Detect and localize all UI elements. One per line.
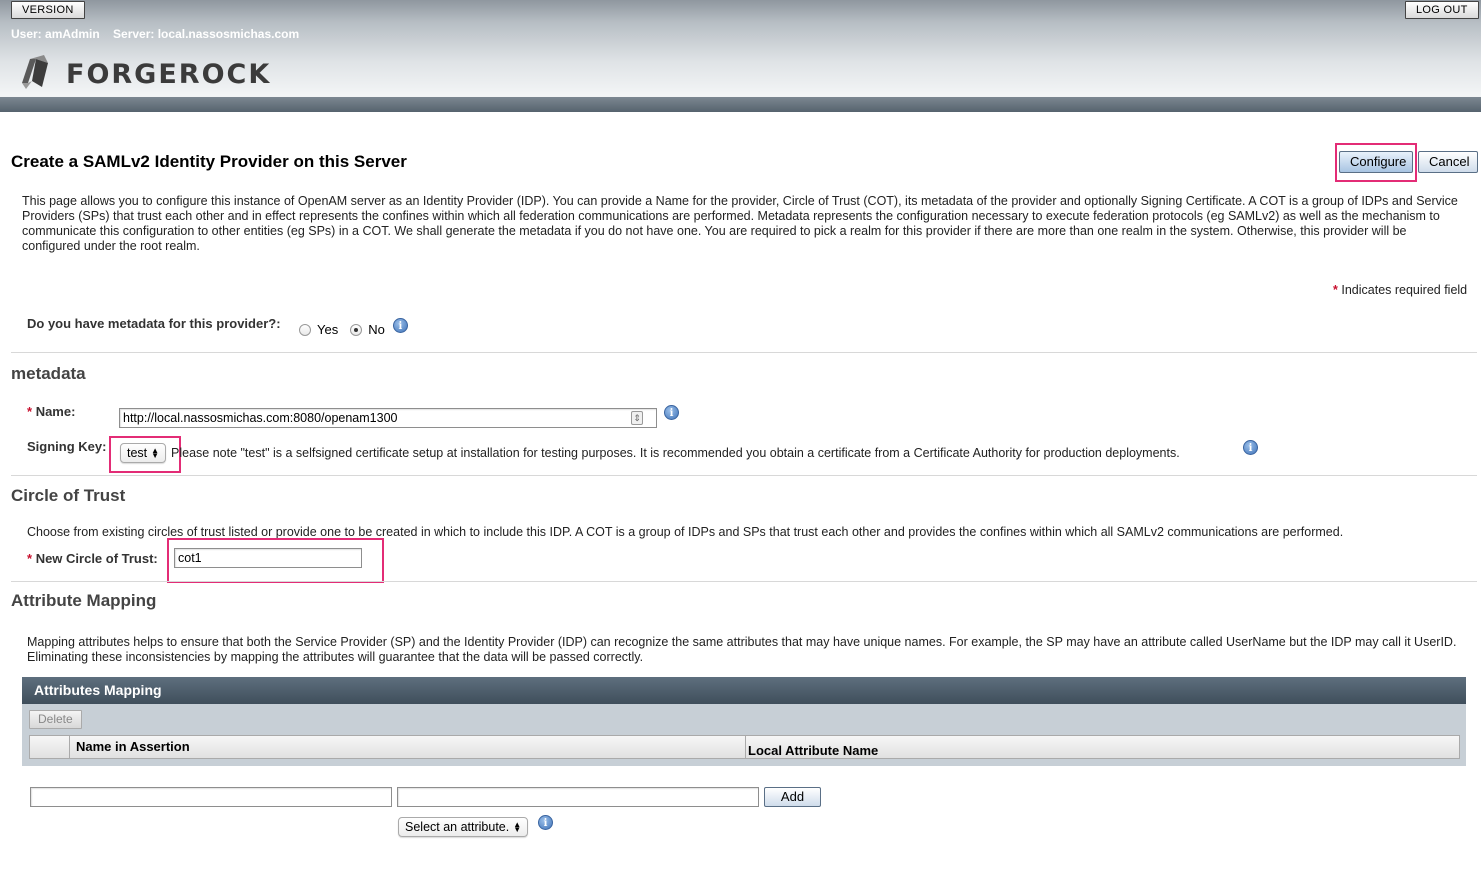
- name-input[interactable]: [119, 408, 657, 428]
- user-server-info: User: amAdmin Server: local.nassosmichas…: [11, 27, 309, 41]
- radio-no-label: No: [368, 322, 385, 337]
- column-local-attribute-name[interactable]: Local Attribute Name: [745, 735, 1460, 759]
- intro-text: This page allows you to configure this i…: [22, 194, 1458, 253]
- required-note-text: Indicates required field: [1341, 283, 1468, 297]
- assertion-name-input[interactable]: [30, 787, 392, 807]
- select-arrows-icon: ▲ ▼: [151, 446, 160, 460]
- cot-section-title: Circle of Trust: [11, 486, 126, 505]
- cancel-button[interactable]: Cancel: [1418, 151, 1478, 173]
- metadata-section-title: metadata: [11, 364, 86, 383]
- column-name-in-assertion[interactable]: Name in Assertion: [69, 735, 746, 759]
- required-marker: *: [27, 551, 33, 566]
- required-note: * Indicates required field: [1333, 283, 1467, 297]
- required-marker: *: [27, 404, 33, 419]
- info-icon[interactable]: i: [538, 815, 553, 830]
- radio-no[interactable]: [350, 323, 363, 336]
- info-icon[interactable]: i: [664, 405, 679, 420]
- configure-button[interactable]: Configure: [1339, 151, 1413, 173]
- radio-yes[interactable]: [299, 323, 311, 336]
- signing-note: Please note "test" is a selfsigned certi…: [171, 446, 1180, 460]
- app-header: [0, 0, 1481, 112]
- attribute-select[interactable]: Select an attribute. ▲ ▼: [398, 817, 529, 837]
- attribute-mapping-title: Attribute Mapping: [11, 591, 157, 610]
- divider: [11, 475, 1477, 476]
- attribute-mapping-description: Mapping attributes helps to ensure that …: [27, 635, 1457, 664]
- signing-key-value: test: [127, 446, 148, 460]
- info-icon[interactable]: i: [1243, 440, 1258, 455]
- header-strip: [0, 97, 1481, 112]
- server-label: Server: local.nassosmichas.com: [113, 27, 300, 41]
- metadata-radio-group: Yes No i: [299, 318, 408, 337]
- user-label: User: amAdmin: [11, 27, 100, 41]
- new-cot-label: New Circle of Trust:: [35, 551, 158, 566]
- new-cot-label-row: * New Circle of Trust:: [27, 551, 158, 566]
- logout-button[interactable]: LOG OUT: [1405, 1, 1479, 19]
- version-button[interactable]: VERSION: [11, 1, 85, 19]
- required-marker: *: [1333, 283, 1338, 297]
- new-cot-input[interactable]: [174, 548, 362, 568]
- signing-key-label: Signing Key:: [27, 439, 107, 454]
- divider: [11, 581, 1477, 582]
- add-button[interactable]: Add: [764, 787, 821, 807]
- info-icon[interactable]: i: [392, 318, 408, 333]
- cot-description: Choose from existing circles of trust li…: [27, 525, 1344, 539]
- select-all-column[interactable]: [29, 735, 70, 759]
- name-label: Name:: [35, 404, 76, 419]
- autofill-icon[interactable]: ⇕: [631, 411, 643, 425]
- local-attribute-input[interactable]: [397, 787, 759, 807]
- metadata-question-label: Do you have metadata for this provider?:: [27, 316, 281, 331]
- name-label-row: * Name:: [27, 404, 75, 419]
- attribute-select-value: Select an attribute.: [405, 820, 510, 834]
- attributes-table-title: Attributes Mapping: [22, 677, 1466, 704]
- delete-button[interactable]: Delete: [29, 710, 82, 729]
- signing-key-select[interactable]: test ▲ ▼: [120, 443, 167, 463]
- logo-wordmark: FORGEROCK: [66, 59, 272, 90]
- select-arrows-icon: ▲ ▼: [513, 820, 522, 834]
- forgerock-logo-icon: [22, 55, 48, 89]
- divider: [11, 352, 1477, 353]
- page-title: Create a SAMLv2 Identity Provider on thi…: [11, 152, 407, 171]
- radio-yes-label: Yes: [317, 322, 339, 337]
